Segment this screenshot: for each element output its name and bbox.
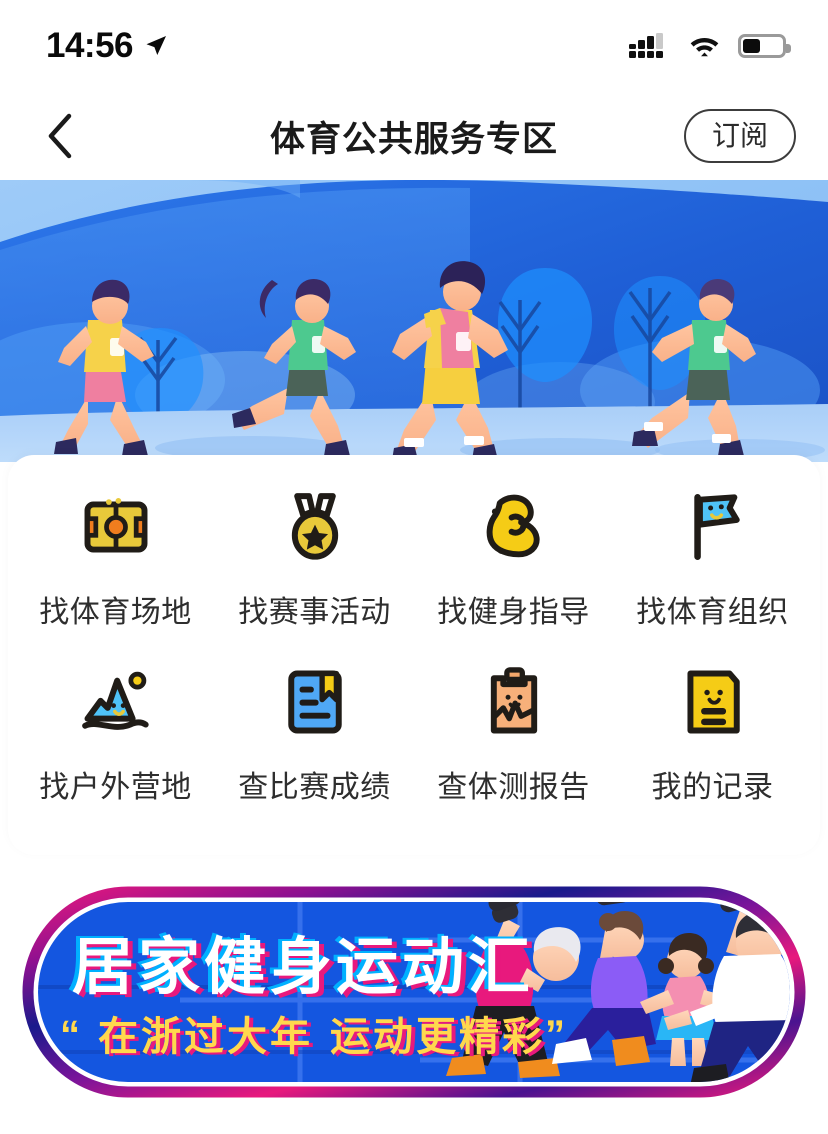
promo-banner[interactable]: 居家健身运动汇 居家健身运动汇 居家健身运动汇 “ 在浙过大年 在浙过大年 运动… [0, 880, 828, 1100]
grid-item-fitness-report[interactable]: 查体测报告 [414, 664, 613, 839]
grid-item-label: 找体育场地 [39, 596, 192, 629]
clock-time: 14:56 [46, 26, 134, 65]
battery-fill [743, 39, 761, 53]
grid-item-label: 找体育组织 [636, 596, 789, 629]
flexed-bicep-icon [486, 494, 540, 558]
back-button[interactable] [32, 108, 88, 164]
chevron-left-icon [48, 113, 72, 159]
grid-item-label: 查比赛成绩 [238, 771, 391, 804]
quick-actions-card: 找体育场地 找赛事活动 找健身指导 找体育组织 找户外营地 查比赛成绩 查体测报… [8, 455, 820, 855]
clipboard-chart-icon [490, 667, 537, 734]
promo-subtitle-right: 运动更精彩 [330, 1015, 545, 1059]
cellular-signal-icon [629, 33, 663, 58]
location-arrow-icon [146, 36, 167, 55]
grid-item-medal[interactable]: 找赛事活动 [215, 489, 414, 664]
wifi-icon [690, 38, 719, 57]
promo-subtitle-open-quote: “ [60, 1013, 80, 1057]
promo-subtitle-close-quote: ” [545, 1013, 565, 1057]
hero-banner[interactable] [0, 180, 828, 462]
status-bar: 14:56 [0, 0, 828, 92]
grid-item-flag[interactable]: 找体育组织 [613, 489, 812, 664]
nav-bar: 体育公共服务专区 订阅 [0, 92, 828, 180]
grid-item-label: 找户外营地 [39, 771, 192, 804]
promo-illustration: 居家健身运动汇 居家健身运动汇 居家健身运动汇 “ 在浙过大年 在浙过大年 运动… [22, 886, 806, 1098]
grid-item-label: 我的记录 [651, 771, 774, 804]
grid-item-mountain[interactable]: 找户外营地 [16, 664, 215, 839]
status-bar-left: 14:56 [46, 26, 168, 66]
grid-item-sports-field[interactable]: 找体育场地 [16, 489, 215, 664]
subscribe-button[interactable]: 订阅 [683, 109, 796, 163]
battery-icon [738, 34, 791, 58]
quick-actions-grid: 找体育场地 找赛事活动 找健身指导 找体育组织 找户外营地 查比赛成绩 查体测报… [8, 455, 820, 839]
status-bar-right [629, 33, 791, 59]
flag-icon [693, 494, 740, 560]
grid-item-my-records[interactable]: 我的记录 [613, 664, 812, 839]
medal-icon [291, 493, 338, 560]
grid-item-scores[interactable]: 查比赛成绩 [215, 664, 414, 839]
promo-subtitle: “ 在浙过大年 在浙过大年 运动更精彩 运动更精彩 ” [60, 1013, 565, 1061]
promo-title: 居家健身运动汇 [72, 933, 534, 1002]
grid-item-label: 找健身指导 [437, 596, 590, 629]
runners-illustration [0, 180, 828, 462]
grid-item-bicep[interactable]: 找健身指导 [414, 489, 613, 664]
grid-item-label: 找赛事活动 [238, 596, 391, 629]
mountain-icon [81, 671, 149, 730]
sports-field-icon [84, 498, 147, 553]
bookmark-doc-icon [287, 670, 342, 734]
grid-item-label: 查体测报告 [437, 771, 590, 804]
promo-subtitle-left: 在浙过大年 [98, 1015, 313, 1059]
record-card-icon [686, 670, 740, 734]
